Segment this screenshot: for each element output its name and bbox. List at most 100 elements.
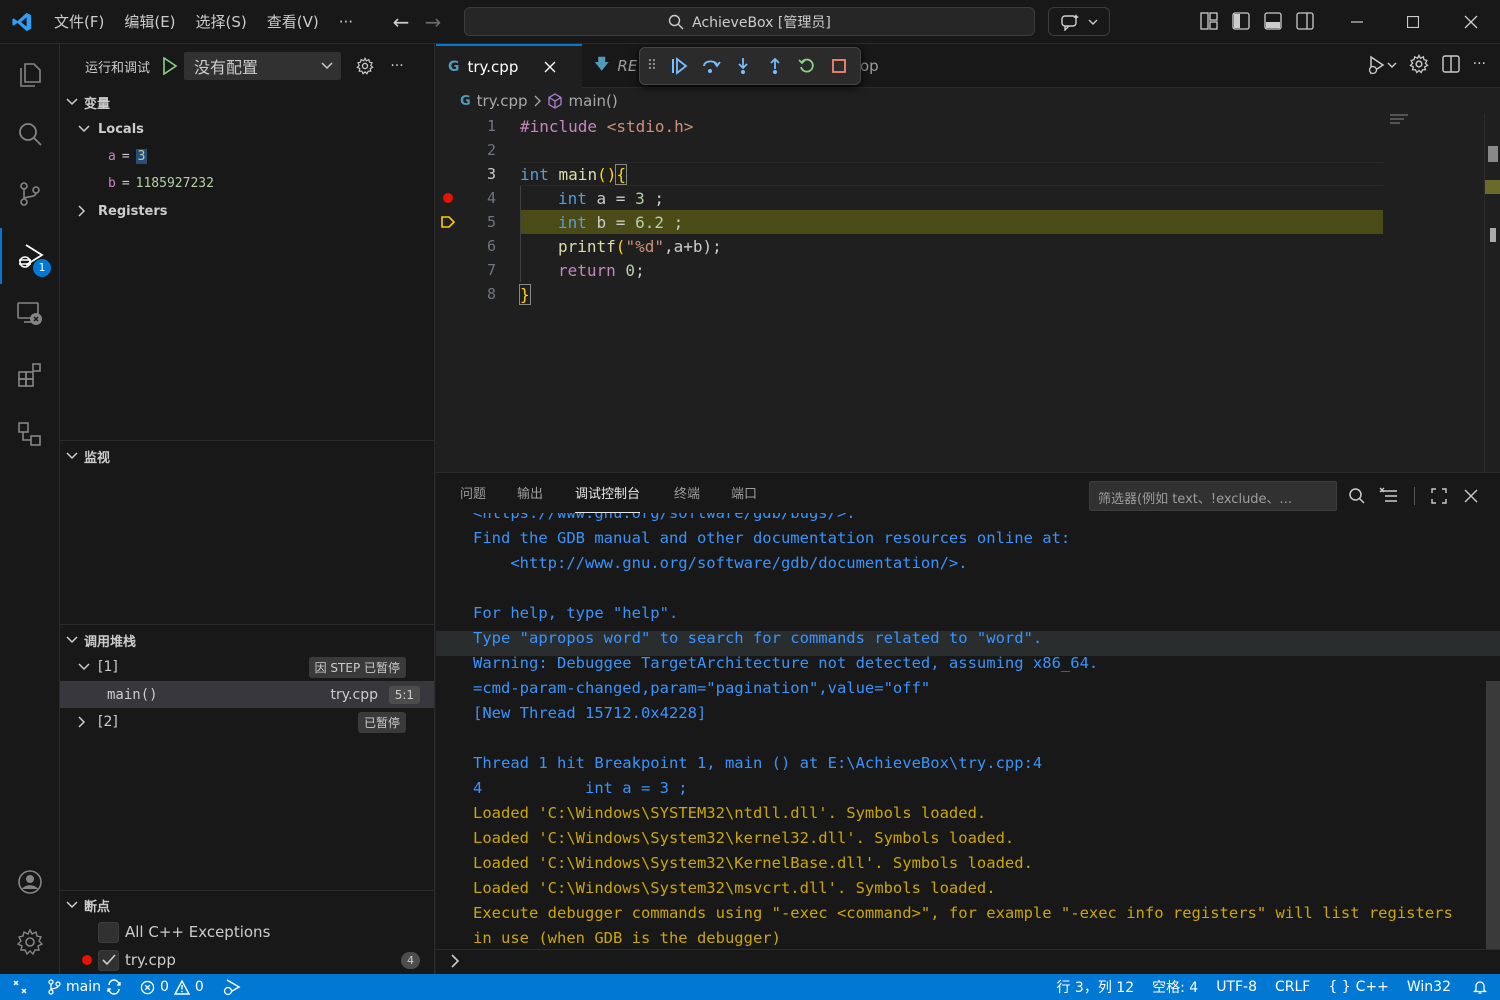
code-line[interactable]: 6 printf("%d",a+b); xyxy=(436,234,1484,258)
more-actions-icon[interactable]: ··· xyxy=(1473,54,1486,76)
notifications-bell-icon[interactable] xyxy=(1460,974,1500,1000)
menu-file[interactable]: 文件(F) xyxy=(44,7,114,37)
breakpoint-row[interactable]: try.cpp 4 xyxy=(60,947,434,973)
remote-explorer-icon[interactable] xyxy=(0,286,60,342)
problems-indicator[interactable]: 0 0 xyxy=(131,974,213,1000)
settings-gear-icon[interactable] xyxy=(1408,54,1429,76)
thread-row[interactable]: [1] 因 STEP 已暂停 xyxy=(60,654,434,680)
menu-view[interactable]: 查看(V) xyxy=(257,7,329,37)
scrollbar-thumb[interactable] xyxy=(1488,146,1498,162)
extensions-icon[interactable] xyxy=(0,346,60,402)
language-mode[interactable]: { } C++ xyxy=(1319,974,1398,1000)
continue-icon[interactable] xyxy=(668,55,690,77)
close-window-icon[interactable] xyxy=(1442,0,1500,44)
code-token: ; xyxy=(644,188,664,208)
split-editor-icon[interactable] xyxy=(1441,54,1461,76)
end-of-line[interactable]: CRLF xyxy=(1266,974,1319,1000)
toggle-panel-icon[interactable] xyxy=(1261,8,1285,34)
variable-row[interactable]: a = 3 xyxy=(60,143,434,169)
tab-readme[interactable]: 🡇 RE xyxy=(582,44,642,88)
run-and-debug-icon[interactable]: 1 xyxy=(0,228,60,284)
breakpoint-dot-icon[interactable] xyxy=(443,193,453,203)
variables-section-header[interactable]: 变量 xyxy=(60,90,435,114)
customize-layout-icon[interactable] xyxy=(1197,8,1221,34)
tab-try-cpp[interactable]: G try.cpp xyxy=(436,44,582,88)
drag-handle-icon[interactable]: ⠿ xyxy=(646,55,658,77)
command-center[interactable]: AchieveBox [管理员] xyxy=(464,7,1035,36)
maximize-panel-icon[interactable] xyxy=(1427,484,1451,508)
file-encoding[interactable]: UTF-8 xyxy=(1207,974,1266,1000)
code-line[interactable]: 5 int b = 6.2 ; xyxy=(436,210,1484,234)
tab-output[interactable]: 输出 xyxy=(517,485,543,513)
close-panel-icon[interactable] xyxy=(1459,484,1483,508)
code-line[interactable]: 3 int main(){ xyxy=(436,162,1484,186)
search-icon[interactable] xyxy=(0,106,60,162)
toggle-secondary-sidebar-icon[interactable] xyxy=(1293,8,1317,34)
account-icon[interactable] xyxy=(0,854,60,910)
sync-icon[interactable] xyxy=(106,979,122,995)
tab-ports[interactable]: 端口 xyxy=(731,485,757,513)
indentation[interactable]: 空格: 4 xyxy=(1143,974,1207,1000)
tab-debug-console[interactable]: 调试控制台 xyxy=(575,485,641,513)
clear-console-icon[interactable] xyxy=(1377,484,1401,508)
variable-row[interactable]: b = 1185927232 xyxy=(60,170,434,196)
watch-section-header[interactable]: 监视 xyxy=(60,444,435,468)
toggle-primary-sidebar-icon[interactable] xyxy=(1229,8,1253,34)
open-launch-json-gear-icon[interactable] xyxy=(349,52,381,80)
manage-gear-icon[interactable] xyxy=(0,914,60,970)
forward-arrow-icon[interactable]: → xyxy=(417,7,449,37)
more-actions-icon[interactable]: ··· xyxy=(381,52,413,80)
stack-frame-row[interactable]: main() try.cpp 5:1 xyxy=(60,681,434,708)
locals-scope[interactable]: Locals xyxy=(60,116,434,142)
close-tab-icon[interactable] xyxy=(544,61,556,73)
start-debugging-icon[interactable] xyxy=(156,52,184,80)
code-line[interactable]: 7 return 0; xyxy=(436,258,1484,282)
platform-config[interactable]: Win32 xyxy=(1398,974,1460,1000)
variables-title: 变量 xyxy=(84,96,111,112)
thread-row[interactable]: [2] 已暂停 xyxy=(60,709,434,735)
copilot-button[interactable] xyxy=(1048,7,1110,36)
project-manager-icon[interactable] xyxy=(0,406,60,462)
maximize-icon[interactable] xyxy=(1384,0,1442,44)
tab-problems[interactable]: 问题 xyxy=(460,485,486,513)
cursor-position[interactable]: 行 3，列 12 xyxy=(1047,974,1143,1000)
minimize-icon[interactable] xyxy=(1328,0,1386,44)
breadcrumb-symbol[interactable]: main() xyxy=(569,92,618,110)
explorer-icon[interactable] xyxy=(0,46,60,102)
tab-terminal[interactable]: 终端 xyxy=(674,485,700,513)
checkbox-unchecked[interactable] xyxy=(98,921,119,943)
debug-launch-icon[interactable] xyxy=(213,974,251,1000)
step-out-icon[interactable] xyxy=(764,55,786,77)
breakpoints-section-header[interactable]: 断点 xyxy=(60,893,435,917)
minimap[interactable] xyxy=(1390,114,1410,128)
editor-scrollbar[interactable] xyxy=(1484,114,1500,472)
breadcrumb-file[interactable]: try.cpp xyxy=(477,92,528,110)
menu-selection[interactable]: 选择(S) xyxy=(186,7,257,37)
menu-edit[interactable]: 编辑(E) xyxy=(114,7,185,37)
step-over-icon[interactable] xyxy=(700,55,722,77)
branch-indicator[interactable]: main xyxy=(38,974,131,1000)
back-arrow-icon[interactable]: ← xyxy=(385,7,417,37)
stop-icon[interactable] xyxy=(828,55,850,77)
step-into-icon[interactable] xyxy=(732,55,754,77)
code-line[interactable]: 1 #include <stdio.h> xyxy=(436,114,1484,138)
search-icon[interactable] xyxy=(1345,484,1369,508)
console-input-row[interactable] xyxy=(436,949,1500,975)
menu-more[interactable]: ··· xyxy=(329,7,363,37)
debug-config-select[interactable]: 没有配置 xyxy=(184,52,342,80)
console-scrollbar-thumb[interactable] xyxy=(1486,681,1500,949)
run-debug-split-icon[interactable] xyxy=(1367,54,1397,76)
restart-icon[interactable] xyxy=(796,55,818,77)
registers-scope[interactable]: Registers xyxy=(60,198,434,224)
code-line[interactable]: 2 xyxy=(436,138,1484,162)
code-line[interactable]: 8 } xyxy=(436,282,1484,306)
source-control-icon[interactable] xyxy=(0,166,60,222)
code-line[interactable]: 4 int a = 3 ; xyxy=(436,186,1484,210)
checkbox-checked[interactable] xyxy=(98,949,119,971)
remote-indicator-icon[interactable] xyxy=(0,974,38,1000)
code-token: ; xyxy=(663,212,684,232)
callstack-section-header[interactable]: 调用堆栈 xyxy=(60,628,435,652)
breakpoint-row[interactable]: All C++ Exceptions xyxy=(60,919,434,945)
breadcrumb: G try.cpp main() xyxy=(460,92,618,110)
console-filter-input[interactable]: 筛选器(例如 text、!exclude、... xyxy=(1089,481,1337,511)
